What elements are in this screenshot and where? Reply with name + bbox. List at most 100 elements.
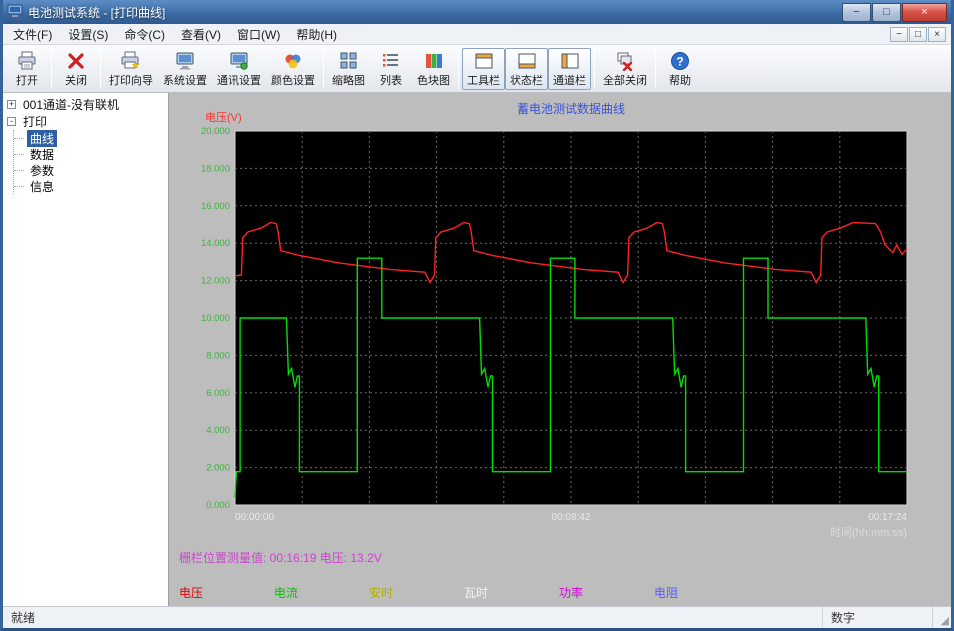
- toolbar-button-label: 全部关闭: [603, 74, 647, 87]
- close-button[interactable]: ×: [902, 2, 947, 22]
- mdi-restore-button[interactable]: □: [909, 26, 927, 42]
- tree-node-label: 数据: [30, 147, 55, 162]
- menu-item-settings[interactable]: 设置(S): [60, 24, 116, 45]
- tree-children: 曲线 数据 参数 信息: [13, 129, 166, 194]
- tree-node-curve[interactable]: 曲线: [14, 129, 166, 147]
- list-icon: [381, 51, 401, 71]
- toolbar-button-list[interactable]: 列表: [370, 48, 412, 90]
- menu-item-window[interactable]: 窗口(W): [229, 24, 288, 45]
- toolbar-button-label: 工具栏: [467, 74, 500, 87]
- tree-node-label: 打印: [23, 115, 48, 129]
- y-tick-label: 2.000: [206, 463, 230, 474]
- y-tick-label: 16.000: [201, 201, 230, 212]
- y-tick-label: 4.000: [206, 425, 230, 436]
- app-icon: [7, 3, 23, 22]
- y-tick-label: 10.000: [201, 313, 230, 324]
- toolbar-button-statusbar-toggle[interactable]: 状态栏: [505, 47, 548, 90]
- legend-voltage[interactable]: 电压: [179, 584, 274, 601]
- resize-grip[interactable]: ◢: [933, 607, 951, 628]
- monitor-link-icon: [229, 51, 249, 71]
- minimize-button[interactable]: −: [842, 2, 871, 22]
- app-window: 电池测试系统 - [打印曲线] − □ × 文件(F) 设置(S) 命令(C) 查看(…: [0, 0, 954, 631]
- chart-title: 蓄电池测试数据曲线: [517, 101, 625, 116]
- tree-node-info[interactable]: 信息: [14, 178, 166, 194]
- y-tick-label: 0.000: [206, 500, 230, 511]
- mdi-close-button[interactable]: ×: [928, 26, 946, 42]
- toolbar: 打开 关闭 打印向导 系统设置 通讯设置 颜色设置 缩略图 列表 色块图 工具栏 状态栏 通道栏 全部关…: [3, 45, 951, 93]
- toolbar-separator: [655, 48, 656, 89]
- tree-connector: [14, 137, 24, 139]
- x-tick-label: 00:08:42: [552, 512, 591, 523]
- mdi-minimize-button[interactable]: −: [890, 26, 908, 42]
- legend-watt-hours[interactable]: 瓦时: [464, 584, 559, 601]
- toolbar-button-label: 色块图: [417, 74, 450, 87]
- menu-item-file[interactable]: 文件(F): [5, 24, 60, 45]
- x-tick-label: 00:17:24: [868, 512, 907, 523]
- toolbar-button-thumbnail[interactable]: 缩略图: [327, 48, 370, 90]
- status-bar: 就绪 数字 ◢: [3, 606, 951, 628]
- tree-connector: [14, 153, 24, 155]
- window-title: 电池测试系统 - [打印曲线]: [28, 5, 166, 20]
- expand-icon[interactable]: +: [7, 100, 16, 109]
- channel-tree: +001通道-没有联机 - 打印 曲线 数据 参数 信息: [3, 93, 169, 606]
- toolbar-separator: [100, 48, 101, 89]
- y-tick-label: 8.000: [206, 350, 230, 361]
- grid-icon: [339, 51, 359, 71]
- tree-node-params[interactable]: 参数: [14, 162, 166, 178]
- status-mode: 数字: [823, 607, 933, 628]
- toolbar-separator: [51, 48, 52, 89]
- main-area: +001通道-没有联机 - 打印 曲线 数据 参数 信息 蓄电池测试数据曲线 电压(V) 20.…: [3, 93, 951, 606]
- toolbar-button-label: 状态栏: [510, 74, 543, 87]
- toolbar-button-close-all[interactable]: 全部关闭: [598, 48, 652, 90]
- help-icon: ?: [670, 51, 690, 71]
- palette-icon: [283, 51, 303, 71]
- curve-chart[interactable]: 蓄电池测试数据曲线电压(V) 20.000 18.000 16.000 14.000 12…: [175, 97, 919, 545]
- legend-power[interactable]: 功率: [559, 584, 654, 601]
- y-tick-label: 20.000: [201, 126, 230, 137]
- fence-measurement: 栅栏位置测量值: 00:16:19 电压: 13.2V: [179, 551, 382, 565]
- menu-item-help[interactable]: 帮助(H): [288, 24, 345, 45]
- tree-node-data[interactable]: 数据: [14, 146, 166, 162]
- y-tick-label: 14.000: [201, 238, 230, 249]
- y-axis-label: 电压(V): [205, 111, 242, 124]
- toolbar-button-label: 关闭: [65, 74, 87, 87]
- toolbar-button-comm-settings[interactable]: 通讯设置: [212, 48, 266, 90]
- y-tick-label: 18.000: [201, 163, 230, 174]
- window-controls: − □ ×: [841, 2, 947, 22]
- toolbar-separator: [323, 48, 324, 89]
- legend-current[interactable]: 电流: [274, 584, 369, 601]
- toolbar-button-toolbar-toggle[interactable]: 工具栏: [462, 47, 505, 90]
- toolbar-button-label: 帮助: [669, 74, 691, 87]
- legend-resistance[interactable]: 电阻: [654, 584, 749, 601]
- title-bar: 电池测试系统 - [打印曲线] − □ ×: [3, 0, 951, 24]
- toolbar-button-open[interactable]: 打开: [6, 48, 48, 90]
- menu-item-command[interactable]: 命令(C): [116, 24, 173, 45]
- toolbar-button-print-wizard[interactable]: 打印向导: [104, 48, 158, 90]
- tree-node-channel-001[interactable]: +001通道-没有联机: [5, 96, 166, 113]
- toolbar-button-label: 通道栏: [553, 74, 586, 87]
- tree-connector: [14, 169, 24, 171]
- maximize-button[interactable]: □: [872, 2, 901, 22]
- toolbar-button-label: 缩略图: [332, 74, 365, 87]
- toolbar-button-label: 通讯设置: [217, 74, 261, 87]
- toolbar-button-channelbar-toggle[interactable]: 通道栏: [548, 47, 591, 90]
- printer-wizard-icon: [121, 51, 141, 71]
- menu-bar: 文件(F) 设置(S) 命令(C) 查看(V) 窗口(W) 帮助(H) − □ ×: [3, 24, 951, 45]
- toolbar-button-help[interactable]: ? 帮助: [659, 48, 701, 90]
- toolbar-button-close[interactable]: 关闭: [55, 48, 97, 90]
- status-text: 就绪: [3, 607, 823, 628]
- toolbar-button-color-settings[interactable]: 颜色设置: [266, 48, 320, 90]
- tree-node-label: 001通道-没有联机: [23, 98, 120, 112]
- toolbar-button-system-settings[interactable]: 系统设置: [158, 48, 212, 90]
- legend-amp-hours[interactable]: 安时: [369, 584, 464, 601]
- menu-item-view[interactable]: 查看(V): [173, 24, 229, 45]
- channelbar-icon: [560, 51, 580, 71]
- toolbar-button-color-block[interactable]: 色块图: [412, 48, 455, 90]
- collapse-icon[interactable]: -: [7, 117, 16, 126]
- statusbar-icon: [517, 51, 537, 71]
- menu-items: 文件(F) 设置(S) 命令(C) 查看(V) 窗口(W) 帮助(H): [5, 24, 345, 45]
- chart-legend: 电压 电流 安时 瓦时 功率 电阻: [179, 584, 951, 601]
- x-axis-label: 时间(hh:mm:ss): [830, 526, 907, 539]
- monitor-icon: [175, 51, 195, 71]
- tree-node-print[interactable]: - 打印: [5, 113, 166, 130]
